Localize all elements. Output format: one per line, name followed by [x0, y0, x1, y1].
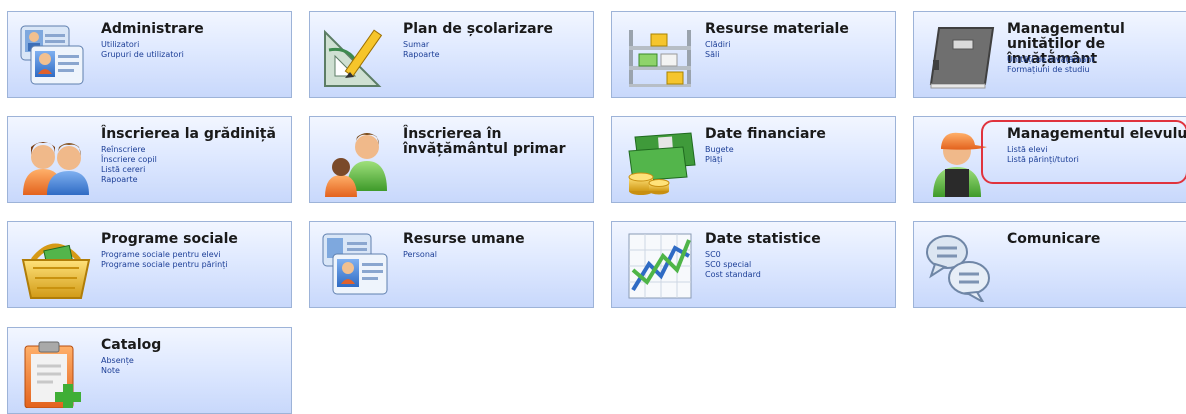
shelves-icon: [629, 30, 691, 87]
tile-links: Sumar Rapoarte: [403, 40, 593, 60]
tile-resurse-umane[interactable]: Resurse umane Personal: [309, 221, 594, 308]
link-inscriere-copil[interactable]: Înscriere copil: [101, 155, 291, 165]
tile-links: Unități de învățământ Formațiuni de stud…: [1007, 55, 1186, 75]
tile-resurse-materiale[interactable]: Resurse materiale Clădiri Săli: [611, 11, 896, 98]
tile-title[interactable]: Resurse umane: [403, 232, 593, 247]
tile-title[interactable]: Resurse materiale: [705, 22, 895, 37]
tile-comunicare[interactable]: Comunicare: [913, 221, 1186, 308]
id-cards-icon: [322, 233, 388, 295]
tile-title[interactable]: Plan de școlarizare: [403, 22, 593, 37]
tile-links: Bugete Plăți: [705, 145, 895, 165]
money-coins-icon: [628, 132, 696, 195]
tile-title[interactable]: Înscrierea la grădiniță: [101, 127, 291, 142]
link-sali[interactable]: Săli: [705, 50, 895, 60]
clipboard-add-icon: [24, 341, 81, 408]
link-note[interactable]: Note: [101, 366, 291, 376]
book-icon: [929, 27, 995, 89]
tile-catalog[interactable]: Catalog Absențe Note: [7, 327, 292, 414]
tile-links: SC0 SC0 special Cost standard: [705, 250, 895, 280]
highlight-rectangle: [981, 120, 1186, 184]
link-rapoarte[interactable]: Rapoarte: [403, 50, 593, 60]
parents-icon: [23, 142, 89, 195]
tile-date-statistice[interactable]: Date statistice SC0 SC0 special Cost sta…: [611, 221, 896, 308]
link-utilizatori[interactable]: Utilizatori: [101, 40, 291, 50]
link-absente[interactable]: Absențe: [101, 356, 291, 366]
link-programe-sociale-parinti[interactable]: Programe sociale pentru părinți: [101, 260, 291, 270]
line-chart-icon: [628, 233, 692, 299]
tile-title[interactable]: Administrare: [101, 22, 291, 37]
tile-programe-sociale[interactable]: Programe sociale Programe sociale pentru…: [7, 221, 292, 308]
link-formatiuni-de-studiu[interactable]: Formațiuni de studiu: [1007, 65, 1186, 75]
tile-links: Programe sociale pentru elevi Programe s…: [101, 250, 291, 270]
link-sumar[interactable]: Sumar: [403, 40, 593, 50]
link-bugete[interactable]: Bugete: [705, 145, 895, 155]
tile-managementul-unitatilor[interactable]: Managementul unităților de învățământ Un…: [913, 11, 1186, 98]
tile-inscrierea-la-gradinita[interactable]: Înscrierea la grădiniță Reînscriere Însc…: [7, 116, 292, 203]
tile-title[interactable]: Catalog: [101, 338, 291, 353]
link-reinscriere[interactable]: Reînscriere: [101, 145, 291, 155]
basket-icon: [21, 243, 91, 299]
link-rapoarte[interactable]: Rapoarte: [101, 175, 291, 185]
link-personal[interactable]: Personal: [403, 250, 593, 260]
tile-title[interactable]: Comunicare: [1007, 232, 1186, 247]
tile-links: Utilizatori Grupuri de utilizatori: [101, 40, 291, 60]
link-cladiri[interactable]: Clădiri: [705, 40, 895, 50]
tile-links: Reînscriere Înscriere copil Listă cereri…: [101, 145, 291, 185]
link-plati[interactable]: Plăți: [705, 155, 895, 165]
speech-bubbles-icon: [926, 235, 990, 302]
tile-title[interactable]: Programe sociale: [101, 232, 291, 247]
tile-date-financiare[interactable]: Date financiare Bugete Plăți: [611, 116, 896, 203]
parent-child-icon: [325, 133, 387, 197]
link-sc0[interactable]: SC0: [705, 250, 895, 260]
tile-links: Clădiri Săli: [705, 40, 895, 60]
tile-title[interactable]: Date statistice: [705, 232, 895, 247]
tile-plan-de-scolarizare[interactable]: Plan de școlarizare Sumar Rapoarte: [309, 11, 594, 98]
tile-inscrierea-primar[interactable]: Înscrierea în învățământul primar: [309, 116, 594, 203]
link-sc0-special[interactable]: SC0 special: [705, 260, 895, 270]
user-cards-icon: [20, 25, 84, 85]
link-unitati-de-invatamant[interactable]: Unități de învățământ: [1007, 55, 1186, 65]
link-grupuri-de-utilizatori[interactable]: Grupuri de utilizatori: [101, 50, 291, 60]
link-lista-cereri[interactable]: Listă cereri: [101, 165, 291, 175]
tile-title[interactable]: Înscrierea în învățământul primar: [403, 127, 593, 157]
set-square-pencil-icon: [324, 29, 383, 87]
tile-links: Absențe Note: [101, 356, 291, 376]
tile-administrare[interactable]: Administrare Utilizatori Grupuri de util…: [7, 11, 292, 98]
link-programe-sociale-elevi[interactable]: Programe sociale pentru elevi: [101, 250, 291, 260]
tile-title[interactable]: Date financiare: [705, 127, 895, 142]
link-cost-standard[interactable]: Cost standard: [705, 270, 895, 280]
tile-links: Personal: [403, 250, 593, 260]
